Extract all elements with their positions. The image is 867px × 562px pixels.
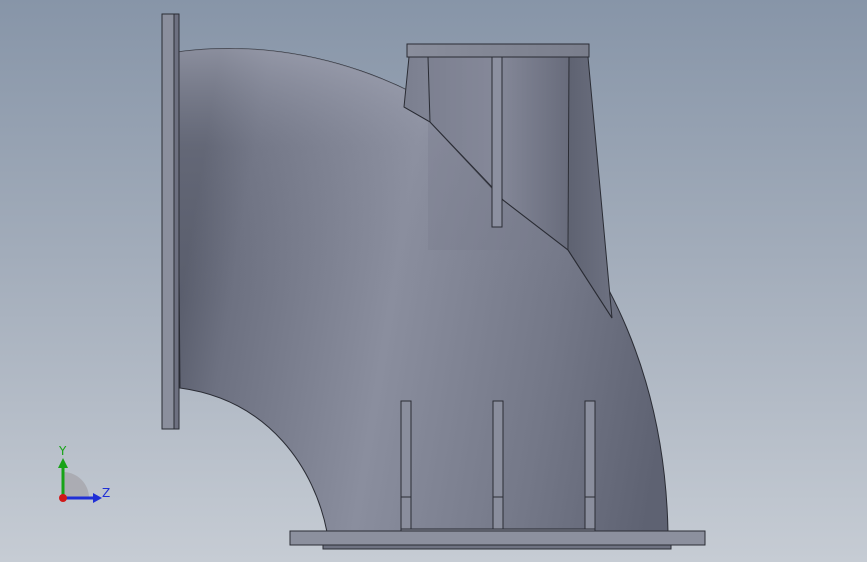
left-flange <box>161 13 180 430</box>
triad-quadrant <box>63 472 89 498</box>
z-axis-label: Z <box>102 486 110 500</box>
x-axis-dot <box>59 494 67 502</box>
y-axis-arrow <box>58 458 68 468</box>
axis-triad: Y Z <box>58 444 110 503</box>
y-axis-label: Y <box>58 444 67 458</box>
z-axis-arrow <box>93 493 102 503</box>
bottom-flange <box>289 530 706 550</box>
branch-top-flange <box>406 43 590 58</box>
cad-viewport[interactable]: Y Z <box>0 0 867 562</box>
